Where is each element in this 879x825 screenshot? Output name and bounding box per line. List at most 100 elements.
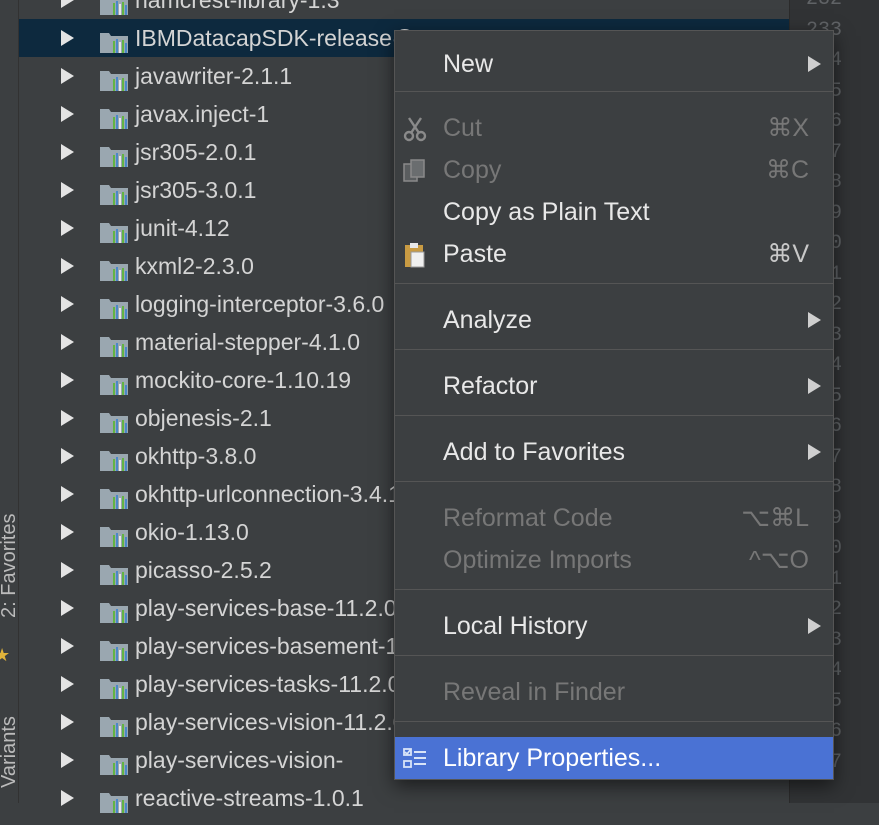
star-icon: ★ xyxy=(0,645,11,665)
tree-row-label: jsr305-2.0.1 xyxy=(135,139,257,165)
menu-item-label: Optimize Imports xyxy=(443,546,632,574)
menu-item-cut: Cut ⌘X xyxy=(395,107,833,149)
menu-item-reveal-in-finder: Reveal in Finder xyxy=(395,671,833,713)
menu-item-label: Cut xyxy=(443,114,482,142)
build-variants-tool-tab[interactable]: Variants xyxy=(0,690,20,788)
menu-item-label: Refactor xyxy=(443,372,538,400)
tree-row-label: play-services-base-11.2.0 xyxy=(135,595,397,621)
expand-arrow-icon[interactable] xyxy=(61,638,74,654)
expand-arrow-icon[interactable] xyxy=(61,106,74,122)
expand-arrow-icon[interactable] xyxy=(61,0,74,8)
favorites-tool-tab[interactable]: 2: Favorites xyxy=(0,514,20,618)
tree-row-label: junit-4.12 xyxy=(135,215,230,241)
tree-row-label: javax.inject-1 xyxy=(135,101,270,127)
left-tool-strip: 2: Favorites ★ Variants xyxy=(0,0,20,803)
tree-row-label: hamcrest-library-1.3 xyxy=(135,0,340,13)
menu-item-new[interactable]: New xyxy=(395,43,833,85)
menu-item-local-history[interactable]: Local History xyxy=(395,605,833,647)
expand-arrow-icon[interactable] xyxy=(61,790,74,806)
expand-arrow-icon[interactable] xyxy=(61,296,74,312)
menu-separator xyxy=(395,283,833,284)
menu-separator xyxy=(395,415,833,416)
expand-arrow-icon[interactable] xyxy=(61,220,74,236)
tree-row[interactable]: reactive-streams-1.0.1 xyxy=(19,779,789,817)
menu-item-label: Reformat Code xyxy=(443,504,613,532)
library-properties-icon xyxy=(401,744,429,772)
expand-arrow-icon[interactable] xyxy=(61,600,74,616)
context-menu: New Cut ⌘X Copy ⌘C Copy as Plain Text Paste ⌘V A… xyxy=(394,30,834,780)
submenu-arrow-icon xyxy=(808,444,821,460)
library-icon xyxy=(99,141,129,167)
scissors-icon xyxy=(401,114,429,142)
menu-item-refactor[interactable]: Refactor xyxy=(395,365,833,407)
menu-separator xyxy=(395,589,833,590)
menu-item-copy: Copy ⌘C xyxy=(395,149,833,191)
menu-item-label: Copy xyxy=(443,156,502,184)
expand-arrow-icon[interactable] xyxy=(61,752,74,768)
expand-arrow-icon[interactable] xyxy=(61,448,74,464)
submenu-arrow-icon xyxy=(808,312,821,328)
library-icon xyxy=(99,255,129,281)
library-icon xyxy=(99,331,129,357)
library-icon xyxy=(99,179,129,205)
expand-arrow-icon[interactable] xyxy=(61,562,74,578)
tree-row-label: kxml2-2.3.0 xyxy=(135,253,254,279)
menu-item-label: Reveal in Finder xyxy=(443,678,626,706)
library-icon xyxy=(99,407,129,433)
expand-arrow-icon[interactable] xyxy=(61,410,74,426)
submenu-arrow-icon xyxy=(808,618,821,634)
menu-item-analyze[interactable]: Analyze xyxy=(395,299,833,341)
tree-row-label: play-services-vision-11.2.0 xyxy=(135,709,406,735)
menu-item-paste[interactable]: Paste ⌘V xyxy=(395,233,833,275)
expand-arrow-icon[interactable] xyxy=(61,714,74,730)
menu-item-shortcut: ⌘V xyxy=(767,240,809,268)
menu-item-label: Add to Favorites xyxy=(443,438,626,466)
menu-item-library-properties[interactable]: Library Properties... xyxy=(395,737,833,779)
library-icon xyxy=(99,787,129,813)
expand-arrow-icon[interactable] xyxy=(61,182,74,198)
menu-item-shortcut: ⌥⌘L xyxy=(741,504,809,532)
library-icon xyxy=(99,293,129,319)
submenu-arrow-icon xyxy=(808,378,821,394)
copy-icon xyxy=(401,156,429,184)
library-icon xyxy=(99,521,129,547)
expand-arrow-icon[interactable] xyxy=(61,144,74,160)
library-icon xyxy=(99,65,129,91)
submenu-arrow-icon xyxy=(808,56,821,72)
tree-row-label: okhttp-urlconnection-3.4.1 xyxy=(135,481,401,507)
expand-arrow-icon[interactable] xyxy=(61,676,74,692)
tree-row-label: javawriter-2.1.1 xyxy=(135,63,293,89)
library-icon xyxy=(99,673,129,699)
expand-arrow-icon[interactable] xyxy=(61,372,74,388)
tree-row-label: play-services-tasks-11.2.0 xyxy=(135,671,401,697)
library-icon xyxy=(99,445,129,471)
library-icon xyxy=(99,711,129,737)
menu-separator xyxy=(395,349,833,350)
library-icon xyxy=(99,369,129,395)
tree-row-label: mockito-core-1.10.19 xyxy=(135,367,352,393)
paste-icon xyxy=(401,240,429,268)
menu-item-copy-as-plain-text[interactable]: Copy as Plain Text xyxy=(395,191,833,233)
menu-item-label: Copy as Plain Text xyxy=(443,198,650,226)
expand-arrow-icon[interactable] xyxy=(61,258,74,274)
tree-row-label: material-stepper-4.1.0 xyxy=(135,329,360,355)
menu-item-optimize-imports: Optimize Imports ^⌥O xyxy=(395,539,833,581)
expand-arrow-icon[interactable] xyxy=(61,486,74,502)
menu-item-reformat-code: Reformat Code ⌥⌘L xyxy=(395,497,833,539)
menu-separator xyxy=(395,481,833,482)
tree-row-label: objenesis-2.1 xyxy=(135,405,272,431)
expand-arrow-icon[interactable] xyxy=(61,334,74,350)
library-icon xyxy=(99,483,129,509)
tree-row-label: okio-1.13.0 xyxy=(135,519,249,545)
tree-row-label: jsr305-3.0.1 xyxy=(135,177,257,203)
menu-item-label: New xyxy=(443,50,494,78)
expand-arrow-icon[interactable] xyxy=(61,524,74,540)
expand-arrow-icon[interactable] xyxy=(61,30,74,46)
line-number: 232 xyxy=(790,0,842,12)
library-icon xyxy=(99,217,129,243)
menu-separator xyxy=(395,655,833,656)
menu-item-add-to-favorites[interactable]: Add to Favorites xyxy=(395,431,833,473)
tree-row[interactable]: hamcrest-library-1.3 xyxy=(19,0,789,19)
expand-arrow-icon[interactable] xyxy=(61,68,74,84)
library-icon xyxy=(99,749,129,775)
